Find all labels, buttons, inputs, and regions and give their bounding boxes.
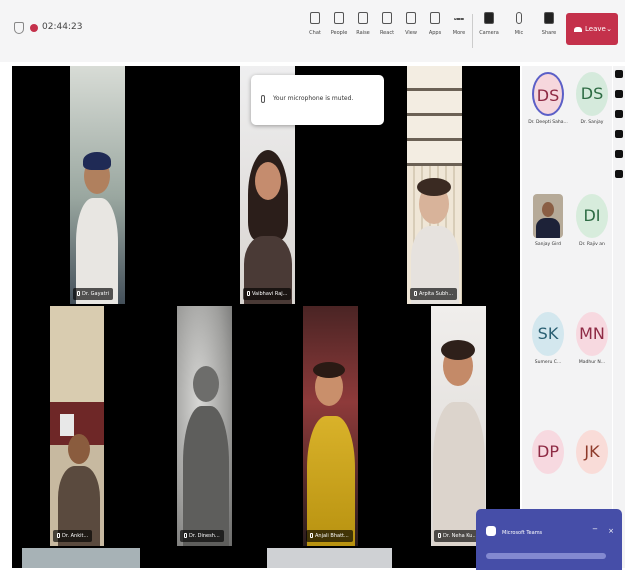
camera-icon[interactable] [615, 90, 623, 98]
more-icon [454, 18, 464, 20]
mic-icon [414, 291, 417, 296]
participant-name-tag: Dr. Ankit... [53, 530, 93, 542]
avatar: DP [532, 430, 564, 474]
mic-icon [438, 533, 441, 538]
avatar: DS [576, 72, 608, 116]
leave-button[interactable]: Leave ⌄ [566, 13, 618, 45]
meeting-toolbar: 02:44:23 Chat People Raise React View Ap… [0, 0, 625, 62]
participant-name-tag: Arpita Subh... [410, 288, 458, 300]
camera-button[interactable]: Camera [478, 12, 500, 52]
shield-icon [14, 22, 24, 34]
mic-icon [77, 291, 80, 296]
participant-name-tag: Dr. Dinesh... [180, 530, 224, 542]
apps-button[interactable]: Apps [424, 12, 446, 52]
avatar: MN [576, 312, 608, 356]
popup-message-preview [486, 553, 606, 559]
avatar: JK [576, 430, 608, 474]
react-icon [382, 12, 392, 24]
meeting-timer: 02:44:23 [42, 22, 83, 32]
react-button[interactable]: React [376, 12, 398, 52]
teams-popup[interactable]: Microsoft Teams − × [476, 509, 622, 570]
mic-button[interactable]: Mic [508, 12, 530, 52]
teams-logo-icon [486, 526, 496, 536]
view-button[interactable]: View [400, 12, 422, 52]
video-tile[interactable] [267, 548, 392, 568]
participant-roster: DS Dr. Deepti Saha... DS Dr. Sanjay Sanj… [522, 66, 612, 568]
avatar: SK [532, 312, 564, 356]
mic-icon [184, 533, 187, 538]
share-icon [544, 12, 554, 24]
video-tile[interactable]: Dr. Dinesh... [177, 306, 232, 546]
toolbar-divider [472, 14, 473, 48]
view-icon [406, 12, 416, 24]
participant-name-tag: Anjali Bhatt... [306, 530, 353, 542]
roster-participant[interactable]: MN Madhur N... [570, 312, 614, 365]
recording-icon [30, 24, 38, 32]
chevron-down-icon[interactable]: ⌄ [606, 13, 612, 45]
close-icon[interactable]: × [608, 527, 614, 535]
avatar: DS [532, 72, 564, 116]
raise-hand-icon [358, 12, 368, 24]
avatar [533, 194, 563, 238]
participant-name-tag: Vaibhavi Raj... [243, 288, 292, 300]
video-tile[interactable] [22, 548, 140, 568]
video-grid: Dr. Gayatri Vaibhavi Raj... Arpita Subh.… [12, 66, 520, 568]
video-tile[interactable]: Arpita Subh... [407, 66, 462, 304]
phone-icon [574, 26, 582, 32]
minimize-icon[interactable]: − [592, 525, 598, 533]
chat-button[interactable]: Chat [304, 12, 326, 52]
pin-icon[interactable] [615, 70, 623, 78]
chat-icon [310, 12, 320, 24]
video-tile[interactable]: Dr. Ankit... [50, 306, 104, 546]
roster-participant[interactable]: DP [526, 430, 570, 474]
more-icon[interactable] [615, 170, 623, 178]
raise-hand-button[interactable]: Raise [352, 12, 374, 52]
roster-participant[interactable]: DS Dr. Deepti Saha... [526, 72, 570, 125]
mic-icon [247, 291, 250, 296]
settings-icon[interactable] [615, 150, 623, 158]
roster-participant[interactable]: DS Dr. Sanjay [570, 72, 614, 125]
more-button[interactable]: More [448, 12, 470, 52]
video-tile[interactable]: Dr. Gayatri [70, 66, 125, 304]
mic-icon [516, 12, 522, 24]
participant-name-tag: Dr. Neha Ku... [434, 530, 482, 542]
mic-icon [57, 533, 60, 538]
mic-off-icon [261, 95, 265, 103]
share-button[interactable]: Share [538, 12, 560, 52]
camera-icon [484, 12, 494, 24]
roster-participant[interactable]: JK [570, 430, 614, 474]
mic-icon [310, 533, 313, 538]
participant-name-tag: Dr. Gayatri [73, 288, 113, 300]
share-icon[interactable] [615, 130, 623, 138]
people-button[interactable]: People [328, 12, 350, 52]
video-tile[interactable]: Anjali Bhatt... [303, 306, 358, 546]
mic-muted-notification: Your microphone is muted. [251, 75, 384, 125]
mic-icon[interactable] [615, 110, 623, 118]
roster-participant[interactable]: SK Sumeru C... [526, 312, 570, 365]
side-rail [613, 66, 625, 568]
avatar: DI [576, 194, 608, 238]
roster-participant[interactable]: DI Dr. Rajiv an [570, 194, 614, 247]
people-icon [334, 12, 344, 24]
roster-participant[interactable]: Sanjay Gird [526, 194, 570, 247]
apps-icon [430, 12, 440, 24]
